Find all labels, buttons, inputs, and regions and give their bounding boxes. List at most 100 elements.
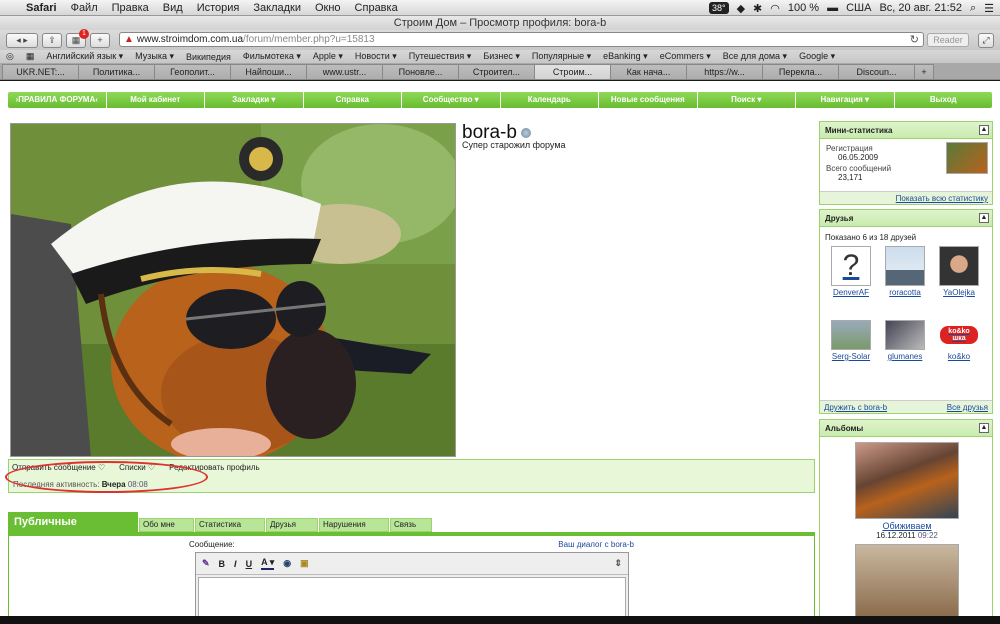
album-cover-2[interactable] <box>855 544 959 616</box>
bookmark-english[interactable]: Английский язык ▾ <box>46 51 123 62</box>
nav-community[interactable]: Сообщество ▾ <box>402 92 501 108</box>
menu-bookmarks[interactable]: Закладки <box>253 2 301 14</box>
tab-contact[interactable]: Связь <box>390 518 432 532</box>
friend-name[interactable]: ko&ko <box>948 352 970 361</box>
collapse-icon[interactable]: ▲ <box>979 423 989 433</box>
resize-icon[interactable]: ⇕ <box>614 558 622 569</box>
add-tab-button[interactable]: + <box>90 32 110 48</box>
bookmark-ecommers[interactable]: eCommers ▾ <box>660 51 711 62</box>
nav-bookmarks[interactable]: Закладки ▾ <box>205 92 304 108</box>
album-cover[interactable] <box>855 442 959 519</box>
nav-navigation[interactable]: Навигация ▾ <box>796 92 895 108</box>
reading-list-icon[interactable]: ◎ <box>6 51 14 62</box>
befriend-link[interactable]: Дружить с bora-b <box>824 401 887 413</box>
menu-view[interactable]: Вид <box>163 2 183 14</box>
link-icon[interactable]: ◉ <box>283 558 291 569</box>
dialog-link[interactable]: Ваш диалог с bora-b <box>558 540 634 549</box>
dropbox-icon[interactable]: ◆ <box>737 2 745 15</box>
remove-format-icon[interactable]: ✎ <box>202 558 210 569</box>
topsites-icon[interactable]: ▦ 1 <box>66 28 89 48</box>
friend-item[interactable]: Serg-Solar <box>828 320 874 361</box>
clock[interactable]: Вс, 20 авг. 21:52 <box>879 2 962 14</box>
bookmark-ebanking[interactable]: eBanking ▾ <box>603 51 648 62</box>
temperature-badge[interactable]: 38° <box>708 2 729 14</box>
tab-violations[interactable]: Нарушения <box>319 518 389 532</box>
locale-label[interactable]: США <box>846 2 871 14</box>
friend-name[interactable]: glumanes <box>888 352 923 361</box>
tab-9[interactable]: Как нача... <box>610 64 687 79</box>
font-color-button[interactable]: A ▾ <box>261 557 275 570</box>
friend-item[interactable]: roracotta <box>882 246 928 297</box>
bookmark-wikipedia[interactable]: Википедия <box>186 52 231 62</box>
bluetooth-icon[interactable]: ✱ <box>753 2 762 15</box>
collapse-icon[interactable]: ▲ <box>979 213 989 223</box>
tab-2[interactable]: Политика... <box>78 64 155 79</box>
bookmark-home[interactable]: Все для дома ▾ <box>723 51 787 62</box>
tab-8[interactable]: Строим... <box>534 64 611 79</box>
nav-calendar[interactable]: Календарь <box>501 92 599 108</box>
tab-3[interactable]: Геополит... <box>154 64 231 79</box>
back-forward-button[interactable]: ◂ ▸ <box>6 32 38 48</box>
bookmark-travel[interactable]: Путешествия ▾ <box>409 51 472 62</box>
nav-new-posts[interactable]: Новые сообщения <box>599 92 698 108</box>
nav-cabinet[interactable]: Мой кабинет <box>107 92 205 108</box>
fullscreen-icon[interactable]: ⤢ <box>978 33 994 48</box>
bookmark-films[interactable]: Фильмотека ▾ <box>243 51 301 62</box>
tab-11[interactable]: Перекла... <box>762 64 839 79</box>
menu-window[interactable]: Окно <box>315 2 341 14</box>
tab-10[interactable]: https://w... <box>686 64 763 79</box>
tab-4[interactable]: Найпоши... <box>230 64 307 79</box>
list-icon[interactable]: ☰ <box>984 2 994 15</box>
bookmark-business[interactable]: Бизнес ▾ <box>483 51 520 62</box>
tab-friends[interactable]: Друзья <box>266 518 318 532</box>
album-name[interactable]: Обиживаем <box>820 521 994 531</box>
nav-search[interactable]: Поиск ▾ <box>698 92 796 108</box>
friend-item[interactable]: ko&ko шка ko&ko <box>936 320 982 361</box>
bookmarks-grid-icon[interactable]: ▦ <box>26 51 35 62</box>
show-all-stats-link[interactable]: Показать всю статистику <box>896 192 988 204</box>
tab-12[interactable]: Discoun... <box>838 64 915 79</box>
tab-6[interactable]: Поновле... <box>382 64 459 79</box>
friend-item[interactable]: ? DenverAF <box>828 246 874 297</box>
bookmark-news[interactable]: Новости ▾ <box>355 51 397 62</box>
all-friends-link[interactable]: Все друзья <box>947 401 988 413</box>
spotlight-icon[interactable]: ⌕ <box>970 2 976 15</box>
menu-help[interactable]: Справка <box>355 2 398 14</box>
battery-label[interactable]: 100 % <box>788 2 819 14</box>
friend-name[interactable]: Serg-Solar <box>832 352 870 361</box>
underline-button[interactable]: U <box>246 559 253 569</box>
menu-file[interactable]: Файл <box>71 2 98 14</box>
bookmark-google[interactable]: Google ▾ <box>799 51 835 62</box>
collapse-icon[interactable]: ▲ <box>979 125 989 135</box>
friend-name[interactable]: roracotta <box>889 288 921 297</box>
new-tab-icon[interactable]: + <box>914 64 934 79</box>
tab-5[interactable]: www.ustr... <box>306 64 383 79</box>
message-textarea[interactable] <box>198 577 626 616</box>
tab-statistics[interactable]: Статистика <box>195 518 265 532</box>
nav-rules[interactable]: ›ПРАВИЛА ФОРУМА‹ <box>8 92 107 108</box>
tab-1[interactable]: UKR.NET:... <box>2 64 79 79</box>
tab-public-messages[interactable]: Публичные сообщения <box>8 512 138 548</box>
nav-logout[interactable]: Выход <box>895 92 993 108</box>
menu-app-name[interactable]: Safari <box>26 2 57 14</box>
reload-icon[interactable]: ↻ <box>910 33 919 46</box>
bookmark-popular[interactable]: Популярные ▾ <box>532 51 591 62</box>
friend-item[interactable]: glumanes <box>882 320 928 361</box>
nav-help[interactable]: Справка <box>304 92 402 108</box>
friend-name[interactable]: DenverAF <box>833 288 869 297</box>
address-bar[interactable]: ▲ www.stroimdom.com.ua /forum/member.php… <box>119 32 924 47</box>
bookmark-apple[interactable]: Apple ▾ <box>313 51 343 62</box>
reader-button[interactable]: Reader <box>927 33 969 47</box>
bold-button[interactable]: B <box>219 559 226 569</box>
italic-button[interactable]: I <box>234 559 237 569</box>
bookmark-music[interactable]: Музыка ▾ <box>135 51 174 62</box>
tab-7[interactable]: Строител... <box>458 64 535 79</box>
share-icon[interactable]: ⇪ <box>42 32 62 48</box>
wifi-icon[interactable]: ◠ <box>770 2 780 15</box>
friend-name[interactable]: YaOlejka <box>943 288 975 297</box>
menu-history[interactable]: История <box>197 2 240 14</box>
image-icon[interactable]: ▣ <box>300 558 309 569</box>
friend-item[interactable]: YaOlejka <box>936 246 982 297</box>
tab-about[interactable]: Обо мне <box>139 518 194 532</box>
menu-edit[interactable]: Правка <box>112 2 149 14</box>
